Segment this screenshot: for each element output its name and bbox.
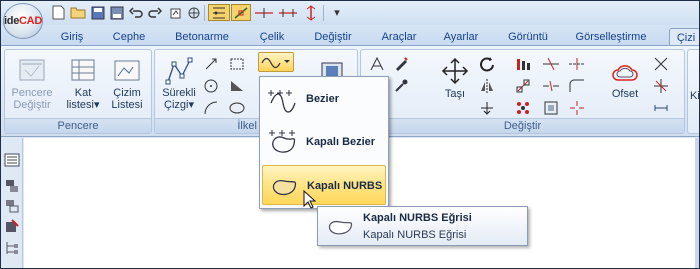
curve-icon <box>261 57 290 69</box>
menu-item-bezier[interactable]: Bezier <box>262 79 386 119</box>
ofset-button[interactable]: Ofset <box>603 54 647 114</box>
measure-icon[interactable] <box>277 4 299 21</box>
circle-tool-icon[interactable] <box>201 76 221 96</box>
layer-copy-icon[interactable] <box>2 196 22 216</box>
stretch-icon[interactable] <box>477 98 497 118</box>
cizim-listesi-button[interactable]: Çizim Listesi <box>105 54 149 114</box>
closed-nurbs-icon <box>272 180 297 196</box>
pencere-degistir-button[interactable]: Pencere Değiştir <box>7 54 57 114</box>
kat-listesi-button[interactable]: Kat listesi▾ <box>61 54 105 114</box>
ribbon-tabs: Giriş Cephe Betonarme Çelik Değiştir Ara… <box>1 25 699 46</box>
open-folder-icon[interactable] <box>69 4 86 21</box>
tooltip: Kapalı NURBS Eğrisi Kapalı NURBS Eğrisi <box>317 206 528 246</box>
list-panel-icon[interactable] <box>2 150 22 170</box>
layer-tree-icon[interactable] <box>2 238 22 258</box>
extend-icon[interactable] <box>541 54 561 74</box>
save-icon[interactable] <box>89 4 106 21</box>
split-icon[interactable] <box>651 76 671 96</box>
snap-settings-icon[interactable] <box>185 4 202 21</box>
tab-cizim[interactable]: Çizi <box>669 28 699 46</box>
offset-icon <box>612 65 638 81</box>
polygon-tool-icon[interactable] <box>227 54 247 74</box>
eyedropper-icon[interactable] <box>391 76 411 96</box>
move-icon <box>441 57 469 85</box>
grip-icon[interactable] <box>541 98 561 118</box>
tab-cephe[interactable]: Cephe <box>101 28 157 46</box>
snap-point-icon[interactable] <box>231 4 251 21</box>
dimension-icon[interactable] <box>302 4 319 21</box>
scale-icon[interactable] <box>513 76 533 96</box>
group-label-pencere: Pencere <box>5 118 151 133</box>
tab-betonarme[interactable]: Betonarme <box>163 28 241 46</box>
save-as-icon[interactable] <box>108 4 125 21</box>
ki-button-label[interactable]: Ki <box>690 90 699 102</box>
chamfer-icon[interactable] <box>567 54 587 74</box>
arc-tool-icon[interactable] <box>201 98 221 118</box>
measure-angle-icon[interactable] <box>367 54 387 74</box>
refresh-icon[interactable] <box>166 4 183 21</box>
new-file-icon[interactable] <box>50 4 67 21</box>
menu-item-kapali-nurbs[interactable]: Kapalı NURBS <box>262 165 386 205</box>
align-icon[interactable] <box>513 54 533 74</box>
join-icon[interactable] <box>651 54 671 74</box>
tab-celik[interactable]: Çelik <box>247 28 297 46</box>
group-pencere: Pencere Değiştir Kat listesi▾ Çizim Listes… <box>4 49 152 134</box>
vertical-scrollbar[interactable] <box>695 138 699 268</box>
left-toolbar <box>1 138 23 268</box>
closed-nurbs-tooltip-icon <box>328 220 353 235</box>
tasi-button[interactable]: Taşı <box>433 54 477 114</box>
mouse-cursor-icon <box>303 190 317 209</box>
rotate-icon[interactable] <box>477 54 497 74</box>
group-partial: Ki <box>687 49 699 134</box>
explode-icon[interactable] <box>567 98 587 118</box>
floor-list-icon <box>71 59 95 81</box>
rectangle-tool-icon[interactable] <box>201 54 221 74</box>
drawing-list-icon <box>114 60 140 81</box>
undo-icon[interactable] <box>127 4 144 21</box>
tooltip-description: Kapalı NURBS Eğrisi <box>363 229 467 241</box>
hatch-tool-icon[interactable] <box>227 76 247 96</box>
curve-dropdown-menu: Bezier Kapalı Bezier Kapalı NURBS <box>259 76 389 209</box>
snap-grid-icon[interactable] <box>208 4 230 21</box>
bezier-icon <box>268 90 296 113</box>
break-icon[interactable] <box>541 76 561 96</box>
polyline-icon <box>165 57 193 85</box>
tab-araclar[interactable]: Araçlar <box>371 28 427 46</box>
redo-icon[interactable] <box>146 4 163 21</box>
tab-ayarlar[interactable]: Ayarlar <box>433 28 489 46</box>
curve-dropdown-button[interactable] <box>258 52 294 72</box>
window-change-icon <box>19 59 45 81</box>
tab-degistir[interactable]: Değiştir <box>303 28 363 46</box>
axis-icon[interactable] <box>253 4 275 21</box>
closed-bezier-icon <box>269 130 296 153</box>
layer-edit-icon[interactable] <box>2 216 22 236</box>
quick-access-toolbar: ▾ <box>1 1 699 25</box>
array-icon[interactable] <box>513 98 533 118</box>
layers-icon[interactable] <box>2 176 22 196</box>
app-logo[interactable]: ideCAD <box>3 3 43 39</box>
ellipse-tool-icon[interactable] <box>227 98 247 118</box>
tooltip-title: Kapalı NURBS Eğrisi <box>363 212 472 224</box>
group-degistir: Taşı Ofset Değiştir <box>360 49 685 134</box>
quick-access-menu-arrow[interactable]: ▾ <box>331 4 343 21</box>
surekli-cizgi-button[interactable]: Sürekli Çizgi▾ <box>157 54 201 114</box>
fillet-icon[interactable] <box>567 76 587 96</box>
app-window: ▾ ideCAD Giriş Cephe Betonarme Çelik Değ… <box>0 0 700 269</box>
mirror-icon[interactable] <box>477 76 497 96</box>
menu-item-kapali-bezier[interactable]: Kapalı Bezier <box>262 122 386 162</box>
tab-gorsellestirme[interactable]: Görselleştirme <box>565 28 657 46</box>
tab-giris[interactable]: Giriş <box>47 28 97 46</box>
pen-icon[interactable] <box>391 54 411 74</box>
tab-goruntu[interactable]: Görüntü <box>497 28 559 46</box>
dimension-tool-icon[interactable] <box>651 98 671 118</box>
group-label-degistir: Değiştir <box>361 118 684 133</box>
